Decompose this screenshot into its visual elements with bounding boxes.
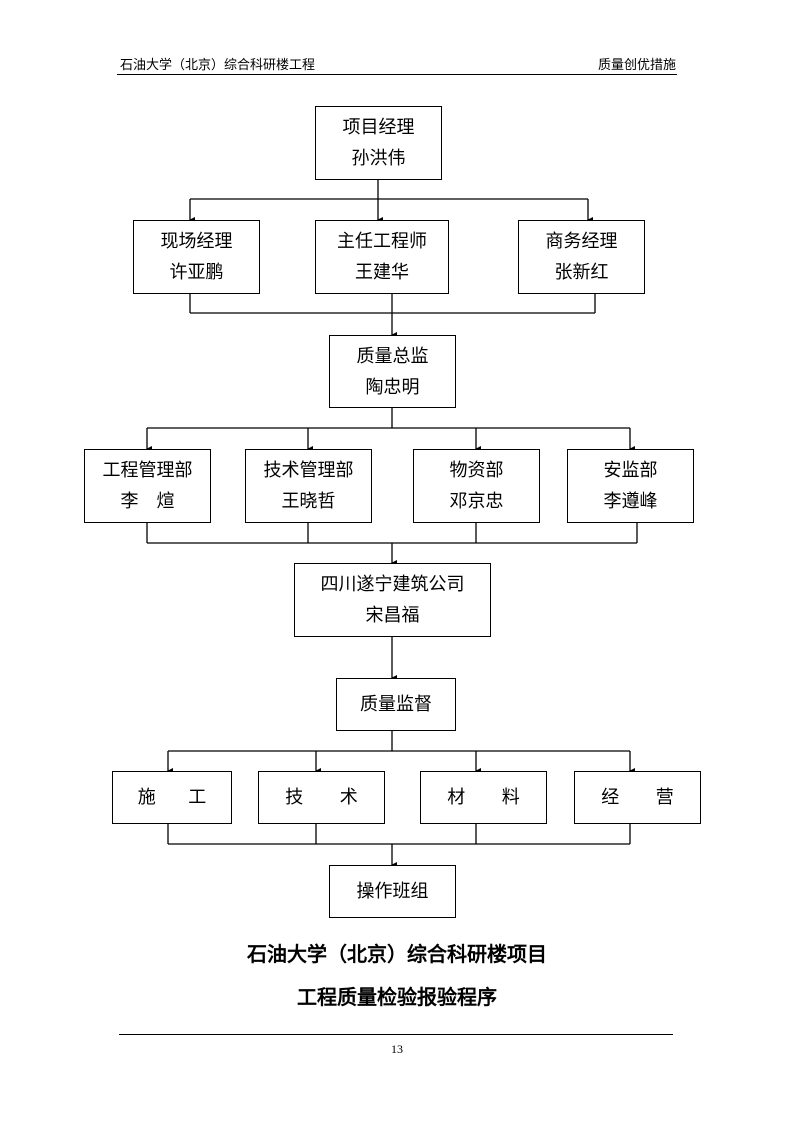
node-project-manager: 项目经理 孙洪伟 <box>315 106 442 180</box>
node-title-left: 施 <box>137 787 156 808</box>
node-title: 物资部 <box>449 460 504 481</box>
node-title: 主任工程师 <box>337 231 427 252</box>
node-business-manager: 商务经理 张新红 <box>518 220 645 294</box>
node-site-manager: 现场经理 许亚鹏 <box>133 220 260 294</box>
node-title-right: 营 <box>655 787 674 808</box>
node-title: 技术管理部 <box>263 460 354 481</box>
node-safety-dept: 安监部 李遵峰 <box>567 449 694 523</box>
node-person: 李 煊 <box>120 491 175 512</box>
node-chief-engineer: 主任工程师 王建华 <box>315 220 449 294</box>
node-function-materials: 材 料 <box>420 771 547 824</box>
node-quality-director: 质量总监 陶忠明 <box>329 335 456 408</box>
document-title-line1: 石油大学（北京）综合科研楼项目 <box>247 942 547 966</box>
node-quality-supervision: 质量监督 <box>336 678 456 731</box>
node-title: 工程管理部 <box>102 460 193 481</box>
node-title: 项目经理 <box>342 117 415 138</box>
node-title-right: 料 <box>501 787 520 808</box>
node-operation-teams: 操作班组 <box>329 865 456 918</box>
node-title: 商务经理 <box>545 231 618 252</box>
node-title: 四川遂宁建筑公司 <box>320 574 465 595</box>
node-function-construction: 施 工 <box>112 771 232 824</box>
node-title-right: 工 <box>188 787 207 808</box>
node-title: 操作班组 <box>356 881 429 902</box>
node-title: 质量总监 <box>356 345 429 367</box>
node-materials-dept: 物资部 邓京忠 <box>413 449 540 523</box>
node-person: 李遵峰 <box>603 491 658 512</box>
node-title-left: 材 <box>447 787 466 808</box>
page-number: 13 <box>391 1042 403 1056</box>
node-function-technology: 技 术 <box>258 771 385 824</box>
node-function-business: 经 营 <box>574 771 701 824</box>
node-person: 陶忠明 <box>365 376 420 398</box>
node-technical-dept: 技术管理部 王晓哲 <box>245 449 372 523</box>
node-title-left: 技 <box>285 787 304 808</box>
node-title: 质量监督 <box>360 694 432 715</box>
node-title: 现场经理 <box>160 231 233 252</box>
node-person: 王晓哲 <box>281 491 336 512</box>
node-person: 宋昌福 <box>365 605 420 626</box>
node-person: 张新红 <box>554 262 609 283</box>
node-person: 邓京忠 <box>449 491 504 512</box>
node-person: 王建华 <box>355 262 409 283</box>
node-person: 许亚鹏 <box>169 262 224 283</box>
node-title: 安监部 <box>603 460 658 481</box>
node-engineering-dept: 工程管理部 李 煊 <box>84 449 211 523</box>
node-title-left: 经 <box>601 787 620 808</box>
footer-rule <box>119 1034 673 1035</box>
node-person: 孙洪伟 <box>351 148 406 169</box>
node-title-right: 术 <box>339 787 358 808</box>
document-title-line2: 工程质量检验报验程序 <box>297 985 497 1009</box>
node-subcontractor: 四川遂宁建筑公司 宋昌福 <box>294 563 491 637</box>
